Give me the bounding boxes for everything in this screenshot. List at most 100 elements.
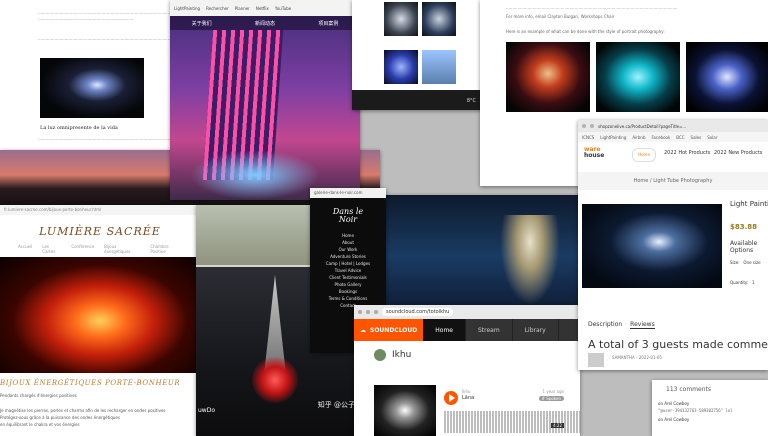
desktop-collage: ........................................… bbox=[0, 0, 768, 436]
site-nav: 关于我们 新闻动态 项目案例 bbox=[170, 16, 360, 30]
comment-author[interactable]: on Arel Cowboy bbox=[652, 413, 768, 422]
size-select[interactable]: One size bbox=[743, 260, 760, 265]
browser-chrome: shopzonelive.ca/ProductDetail?pageTitle=… bbox=[578, 120, 768, 132]
article-line: For more info, email Clayton Bulgari, Wo… bbox=[506, 14, 615, 19]
coral-photo-window bbox=[380, 195, 580, 317]
bookmark[interactable]: Airbnb bbox=[632, 135, 645, 140]
nav-hot-products[interactable]: 2022 Hot Products bbox=[664, 150, 710, 156]
reviews-heading: A total of 3 guests made comments bbox=[588, 338, 768, 351]
menu-item[interactable]: Our Work bbox=[310, 246, 386, 253]
bookmark[interactable]: Solar bbox=[707, 135, 717, 140]
gallery-thumb[interactable] bbox=[384, 2, 418, 36]
menu-item[interactable]: Adventure Stories bbox=[310, 253, 386, 260]
menu-item[interactable]: Les Cartes bbox=[42, 244, 61, 254]
track-title[interactable]: Lāna bbox=[462, 395, 474, 401]
tab-reviews[interactable]: Reviews bbox=[630, 321, 655, 329]
nav-item[interactable]: 项目案例 bbox=[318, 20, 338, 27]
section-title: BIJOUX ÉNERGÉTIQUES PORTE-BONHEUR bbox=[0, 379, 181, 387]
corner-text: uwDo bbox=[198, 407, 216, 414]
menu-item[interactable]: Terms & Conditions bbox=[310, 295, 386, 302]
browser-chrome: soundcloud.com/totoikhu bbox=[354, 305, 580, 319]
nav-new-products[interactable]: 2022 New Products bbox=[714, 150, 762, 156]
article-intro-2: ........................................… bbox=[38, 16, 134, 21]
track-artist[interactable]: Ikhu bbox=[462, 389, 471, 394]
quantity-stepper[interactable]: 1 bbox=[752, 280, 755, 285]
back-icon[interactable] bbox=[358, 310, 362, 314]
tab-home[interactable]: Home bbox=[423, 319, 466, 341]
bookmark[interactable]: Planner bbox=[235, 6, 250, 11]
reload-icon[interactable] bbox=[374, 310, 378, 314]
section-line: en équilibrant le chakra et vos énergies bbox=[0, 422, 80, 427]
bookmark[interactable]: YouTube bbox=[275, 6, 291, 11]
comment-count: 113 comments bbox=[666, 386, 711, 393]
url-bar[interactable]: soundcloud.com/totoikhu bbox=[382, 308, 454, 316]
gallery-thumb[interactable] bbox=[422, 50, 456, 84]
reviewer-meta: SAMANTHA - 2022-01-05 bbox=[612, 355, 662, 360]
quantity-label: Quantity: bbox=[730, 280, 749, 285]
breadcrumb[interactable]: Home / Light Tube Photography bbox=[578, 172, 768, 190]
bookmark[interactable]: Sales bbox=[691, 135, 702, 140]
nav-item[interactable]: 关于我们 bbox=[192, 20, 212, 27]
url-bar[interactable]: fr.lumiere-sacree.com/bijoux-porte-bonhe… bbox=[0, 205, 200, 215]
menu-item[interactable]: Chambre Positive bbox=[150, 244, 182, 254]
bookmark[interactable]: Facebook bbox=[651, 135, 670, 140]
menu-item[interactable]: Client Testimonials bbox=[310, 274, 386, 281]
site-menu: Home About Our Work Adventure Stories Ca… bbox=[310, 232, 386, 309]
brand-label: SOUNDCLOUD bbox=[370, 326, 418, 334]
menu-item[interactable]: About bbox=[310, 239, 386, 246]
portrait-photo bbox=[506, 42, 590, 112]
home-pill[interactable]: Home bbox=[632, 148, 656, 162]
size-label: Size: bbox=[730, 260, 740, 265]
tab-description[interactable]: Description bbox=[588, 321, 622, 329]
menu-item[interactable]: Camp | Hotel | Lodges bbox=[310, 260, 386, 267]
bookmark[interactable]: Netflix bbox=[256, 6, 269, 11]
nav-item[interactable]: 新闻动态 bbox=[255, 20, 275, 27]
article-body: ........................................… bbox=[38, 36, 175, 41]
bookmark[interactable]: LightPainting bbox=[600, 135, 626, 140]
menu-item[interactable]: Bookings bbox=[310, 288, 386, 295]
back-icon[interactable] bbox=[582, 124, 586, 128]
waveform[interactable] bbox=[444, 411, 580, 433]
url-bar[interactable]: shopzonelive.ca/ProductDetail?pageTitle=… bbox=[598, 124, 686, 129]
portrait-photo bbox=[686, 42, 768, 112]
bookmark-bar: ICNCS LightPainting Airbnb Facebook BCC … bbox=[578, 132, 768, 142]
avatar[interactable] bbox=[374, 349, 386, 361]
track-artwork[interactable] bbox=[374, 385, 436, 436]
forward-icon[interactable] bbox=[590, 124, 594, 128]
menu-item[interactable]: Photo Gallery bbox=[310, 281, 386, 288]
cloud-icon: ☁ bbox=[360, 326, 366, 334]
store-logo[interactable]: ware house bbox=[584, 147, 604, 159]
menu-item[interactable]: Accueil bbox=[18, 244, 32, 254]
bookmark[interactable]: Rechercher bbox=[206, 6, 229, 11]
play-button[interactable] bbox=[444, 391, 458, 405]
track-duration: 4:22 bbox=[551, 423, 564, 428]
watermark: 知乎 @公子 bbox=[317, 401, 355, 409]
coral-tree-image bbox=[500, 215, 560, 305]
menu-item[interactable]: Home bbox=[310, 232, 386, 239]
shop-window: shopzonelive.ca/ProductDetail?pageTitle=… bbox=[578, 120, 768, 370]
gallery-thumb[interactable] bbox=[384, 50, 418, 84]
logo-bottom: house bbox=[584, 152, 605, 159]
profile-name[interactable]: Ikhu bbox=[392, 350, 411, 360]
menu-item[interactable]: Conférence bbox=[71, 244, 94, 254]
comment-author[interactable]: on Arel Cowboy bbox=[652, 393, 768, 406]
product-price: $83.88 bbox=[730, 223, 758, 231]
menu-item[interactable]: Bijoux énergétiques bbox=[104, 244, 140, 254]
tab-library[interactable]: Library bbox=[513, 319, 559, 341]
soundcloud-logo[interactable]: ☁ SOUNDCLOUD bbox=[354, 319, 424, 341]
forward-icon[interactable] bbox=[366, 310, 370, 314]
tab-stream[interactable]: Stream bbox=[466, 319, 513, 341]
site-logo[interactable]: Dans le Noir bbox=[324, 208, 372, 224]
track-tag[interactable]: # Spoken bbox=[538, 396, 564, 401]
menu-item[interactable]: Travel Advice bbox=[310, 267, 386, 274]
bookmark-bar: LightPainting Rechercher Planner Netflix… bbox=[170, 0, 360, 16]
url-bar[interactable]: galerie-dans-le-noir.com bbox=[310, 188, 386, 198]
bookmark[interactable]: BCC bbox=[676, 135, 684, 140]
site-title[interactable]: LUMIÈRE SACRÉE bbox=[0, 225, 200, 238]
bookmark[interactable]: LightPainting bbox=[174, 6, 200, 11]
section-line: Pendants chargés d'énergies positives bbox=[0, 393, 77, 398]
section-line: Protégez-vous grâce à la puissance des o… bbox=[0, 415, 120, 420]
gallery-thumb[interactable] bbox=[422, 2, 456, 36]
product-image[interactable] bbox=[582, 204, 722, 288]
bookmark[interactable]: ICNCS bbox=[582, 135, 594, 140]
